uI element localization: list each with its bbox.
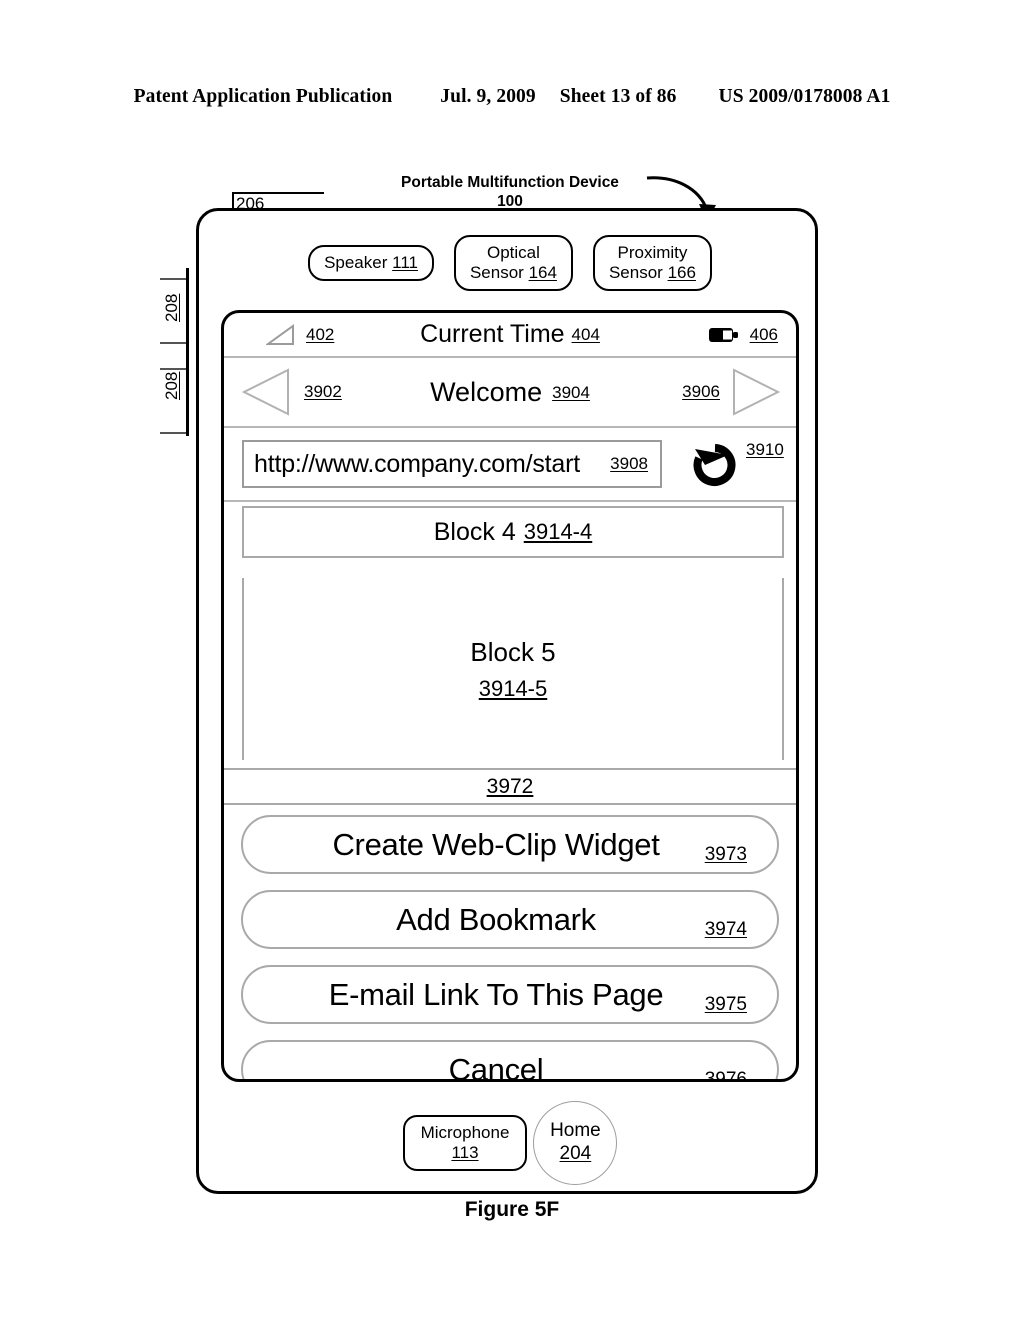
current-time-text: Current Time (420, 320, 565, 348)
signal-strength-icon (266, 323, 294, 345)
portable-multifunction-device: Speaker 111 Optical Sensor 164 Proximity… (196, 208, 818, 1194)
current-time-ref: 404 (571, 325, 600, 344)
proximity-sensor-ref: 166 (667, 263, 696, 283)
proximity-sensor-label-line1: Proximity (617, 243, 688, 262)
page-title-ref: 3904 (552, 382, 590, 402)
block-5-ref: 3914-5 (478, 675, 548, 701)
cancel-button[interactable]: Cancel 3976 (241, 1040, 779, 1082)
home-button-label: Home (550, 1120, 601, 1142)
sensor-row: Speaker 111 Optical Sensor 164 Proximity… (199, 235, 821, 292)
status-bar-right: 406 (708, 325, 778, 345)
side-button-tick (160, 368, 186, 370)
side-button-ref-208-upper: 208 (162, 293, 181, 322)
action-sheet-ref-3972: 3972 (486, 774, 534, 798)
signal-ref-402: 402 (306, 324, 335, 344)
email-link-label: E-mail Link To This Page (328, 976, 664, 1012)
proximity-sensor-component: Proximity Sensor 166 (592, 235, 712, 292)
optical-sensor-label-line1: Optical (487, 243, 540, 262)
block-4-label: Block 4 (433, 517, 516, 546)
url-text: http://www.company.com/start (254, 449, 580, 478)
side-button-tick (160, 342, 186, 344)
optical-sensor-label-line2: Sensor (469, 263, 524, 283)
battery-icon (708, 327, 738, 342)
reload-circular-arrow-icon[interactable] (686, 436, 744, 494)
back-triangle-icon[interactable] (240, 366, 292, 418)
create-web-clip-widget-label: Create Web-Clip Widget (332, 826, 660, 862)
content-block-4[interactable]: Block 4 3914-4 (242, 506, 784, 558)
email-link-ref: 3975 (704, 994, 747, 1015)
action-sheet-ref-band: 3972 (224, 768, 796, 805)
add-bookmark-ref: 3974 (704, 919, 747, 940)
reload-ref-3910: 3910 (746, 440, 784, 459)
url-bar: http://www.company.com/start 3908 3910 (224, 428, 796, 502)
home-button[interactable]: Home 204 (533, 1101, 618, 1185)
reload-control-group[interactable]: 3910 (686, 436, 784, 494)
sheet-number: Sheet 13 of 86 (559, 86, 677, 107)
create-web-clip-widget-ref: 3973 (704, 844, 747, 865)
forward-ref-3906: 3906 (682, 382, 720, 401)
action-sheet: Create Web-Clip Widget 3973 Add Bookmark… (224, 805, 796, 1082)
back-ref-3902: 3902 (304, 382, 342, 401)
home-button-ref: 204 (559, 1143, 592, 1164)
block-5-label: Block 5 (470, 636, 556, 667)
side-button-ref-208-lower: 208 (162, 371, 181, 400)
block-4-ref: 3914-4 (523, 519, 593, 544)
patent-number: US 2009/0178008 A1 (718, 86, 891, 107)
page-title-text: Welcome (430, 376, 543, 407)
url-input[interactable]: http://www.company.com/start 3908 (242, 440, 662, 488)
device-title-callout: Portable Multifunction Device 100 (330, 174, 690, 212)
forward-control-group[interactable]: 3906 (682, 366, 782, 418)
status-bar-left: 402 (266, 323, 335, 346)
url-ref-3908: 3908 (610, 454, 648, 473)
speaker-label: Speaker (324, 253, 388, 273)
cancel-ref: 3976 (704, 1069, 747, 1082)
side-button-tick (160, 432, 186, 434)
side-button-tick (160, 278, 186, 280)
speaker-ref: 111 (392, 253, 418, 273)
figure-caption: Figure 5F (464, 1198, 560, 1221)
status-bar: 402 Current Time 404 406 (224, 313, 796, 358)
speaker-component: Speaker 111 (308, 245, 434, 282)
email-link-button[interactable]: E-mail Link To This Page 3975 (241, 965, 779, 1024)
publication-header: Patent Application Publication Jul. 9, 2… (0, 86, 1024, 108)
microphone-label: Microphone (420, 1122, 510, 1142)
add-bookmark-label: Add Bookmark (396, 901, 596, 937)
web-content-area[interactable]: Block 4 3914-4 Block 5 3914-5 (224, 502, 796, 768)
cancel-label: Cancel (448, 1051, 544, 1082)
optical-sensor-component: Optical Sensor 164 (453, 235, 573, 292)
microphone-component: Microphone 113 (402, 1114, 528, 1172)
device-bottom-controls: Microphone 113 Home 204 (199, 1101, 821, 1185)
content-block-5[interactable]: Block 5 3914-5 (242, 578, 784, 760)
add-bookmark-button[interactable]: Add Bookmark 3974 (241, 890, 779, 949)
back-control-group[interactable]: 3902 (240, 366, 342, 418)
browser-navigation-bar: 3902 Welcome 3904 3906 (224, 358, 796, 428)
publication-date: Jul. 9, 2009 (440, 86, 536, 107)
forward-triangle-icon[interactable] (730, 366, 782, 418)
battery-ref-406: 406 (749, 324, 778, 344)
microphone-ref: 113 (451, 1143, 479, 1162)
create-web-clip-widget-button[interactable]: Create Web-Clip Widget 3973 (241, 815, 779, 874)
publication-title: Patent Application Publication (133, 86, 393, 107)
device-left-edge-rail (186, 268, 189, 436)
touch-screen-display[interactable]: 402 Current Time 404 406 3902 Welcome 39… (221, 310, 799, 1082)
optical-sensor-ref: 164 (528, 263, 557, 283)
patent-figure-page: Patent Application Publication Jul. 9, 2… (0, 0, 1024, 1320)
device-title-text: Portable Multifunction Device (401, 174, 619, 191)
proximity-sensor-label-line2: Sensor (608, 263, 663, 283)
